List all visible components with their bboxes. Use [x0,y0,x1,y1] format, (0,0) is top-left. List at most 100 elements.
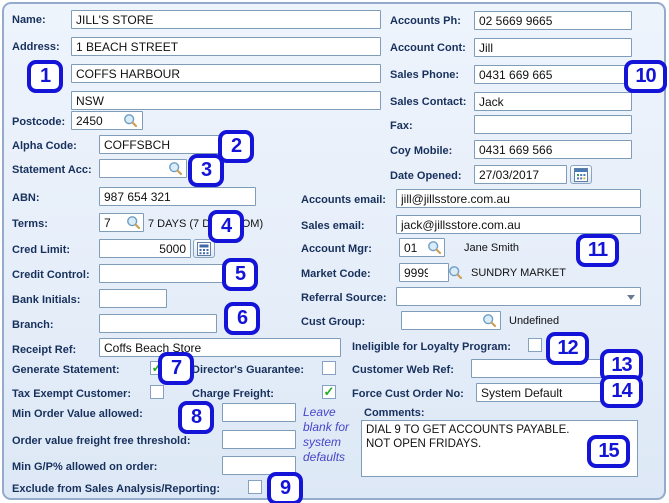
exclude-sales-label: Exclude from Sales Analysis/Reporting: [12,483,221,495]
exclude-sales-checkbox[interactable] [248,480,262,494]
sales-phone-input[interactable] [474,65,632,84]
fax-label: Fax: [390,120,413,132]
coy-mobile-label: Coy Mobile: [390,145,453,157]
abn-label: ABN: [12,192,40,204]
statement-acc-lookup-button[interactable] [166,160,184,177]
market-code-input[interactable] [399,263,449,282]
callout-8: 8 [178,401,214,434]
bank-initials-label: Bank Initials: [12,294,81,306]
referral-source-select[interactable] [396,287,641,306]
callout-3: 3 [188,154,224,187]
account-cont-label: Account Cont: [390,42,466,54]
postcode-lookup-button[interactable] [121,112,139,129]
address-line2-input[interactable] [71,64,381,83]
sales-email-input[interactable] [396,215,641,234]
terms-description: 7 DAYS (7 DAYS EOM) [148,218,264,230]
accounts-ph-input[interactable] [474,11,632,30]
magnifier-icon [123,114,137,128]
statement-acc-label: Statement Acc: [12,164,92,176]
freight-free-threshold-input[interactable] [222,430,296,449]
callout-11: 11 [576,234,619,267]
cred-limit-label: Cred Limit: [12,244,71,256]
callout-6: 6 [224,302,260,335]
min-order-value-input[interactable] [222,403,296,422]
ineligible-loyalty-checkbox[interactable] [528,338,542,352]
receipt-ref-label: Receipt Ref: [12,344,77,356]
customer-web-ref-label: Customer Web Ref: [352,364,454,376]
bank-initials-input[interactable] [99,289,167,308]
market-code-label: Market Code: [301,268,371,280]
alpha-code-input[interactable] [99,135,221,154]
charge-freight-label: Charge Freight: [192,388,274,400]
callout-12: 12 [546,332,589,365]
sales-email-label: Sales email: [301,220,365,232]
name-input[interactable] [71,10,381,29]
sales-contact-input[interactable] [474,92,632,111]
magnifier-icon [126,216,140,230]
magnifier-icon [482,314,496,328]
directors-guarantee-checkbox[interactable] [322,361,336,375]
calendar-icon [574,167,588,182]
abn-input[interactable] [99,187,256,206]
ineligible-loyalty-label: Ineligible for Loyalty Program: [352,341,511,353]
callout-15: 15 [587,435,630,468]
directors-guarantee-label: Director's Guarantee: [192,364,305,376]
calculator-icon [197,241,211,256]
market-code-name: SUNDRY MARKET [471,267,566,279]
cust-group-label: Cust Group: [301,316,366,328]
magnifier-icon [448,266,462,280]
force-cust-order-label: Force Cust Order No: [352,388,464,400]
charge-freight-checkbox[interactable] [322,385,336,399]
cred-limit-input[interactable] [99,239,191,258]
freight-free-threshold-label: Order value freight free threshold: [12,435,191,447]
callout-7: 7 [158,352,194,385]
alpha-code-label: Alpha Code: [12,140,77,152]
customer-details-panel: Name: Address: Postcode: Alpha Code: Sta… [2,2,667,503]
callout-14: 14 [600,375,643,408]
postcode-label: Postcode: [12,116,66,128]
receipt-ref-input[interactable] [99,338,341,357]
customer-details-screen: Name: Address: Postcode: Alpha Code: Sta… [0,0,669,503]
comments-label: Comments: [364,407,425,419]
sales-phone-label: Sales Phone: [390,69,460,81]
terms-label: Terms: [12,218,48,230]
callout-5: 5 [222,258,258,291]
tax-exempt-checkbox[interactable] [150,385,164,399]
chevron-down-icon [627,295,635,300]
branch-label: Branch: [12,319,54,331]
callout-4: 4 [208,210,244,243]
address-label: Address: [12,41,60,53]
tax-exempt-label: Tax Exempt Customer: [12,388,131,400]
min-gp-label: Min G/P% allowed on order: [12,461,158,473]
account-mgr-label: Account Mgr: [301,243,372,255]
accounts-email-input[interactable] [396,189,641,208]
account-mgr-lookup-button[interactable] [425,239,443,256]
cust-group-name: Undefined [509,315,560,327]
account-mgr-name: Jane Smith [464,242,520,254]
terms-lookup-button[interactable] [124,214,142,231]
branch-input[interactable] [99,314,217,333]
fax-input[interactable] [474,115,632,134]
cust-group-lookup-button[interactable] [480,312,498,329]
address-line3-input[interactable] [71,91,381,110]
date-opened-input[interactable] [474,165,567,184]
callout-9: 9 [267,472,303,503]
coy-mobile-input[interactable] [474,140,632,159]
system-defaults-note: Leave blank for system defaults [303,405,350,464]
accounts-email-label: Accounts email: [301,194,386,206]
address-line1-input[interactable] [71,37,381,56]
market-code-lookup-button[interactable] [446,264,464,281]
referral-source-label: Referral Source: [301,292,387,304]
magnifier-icon [427,241,441,255]
name-label: Name: [12,14,46,26]
date-opened-label: Date Opened: [390,170,462,182]
callout-10: 10 [624,60,667,93]
min-order-value-label: Min Order Value allowed: [12,408,143,420]
callout-1: 1 [27,60,63,93]
generate-statement-label: Generate Statement: [12,364,120,376]
credit-control-label: Credit Control: [12,269,90,281]
sales-contact-label: Sales Contact: [390,96,467,108]
date-opened-calendar-button[interactable] [570,165,592,184]
magnifier-icon [168,162,182,176]
account-cont-input[interactable] [474,38,632,57]
